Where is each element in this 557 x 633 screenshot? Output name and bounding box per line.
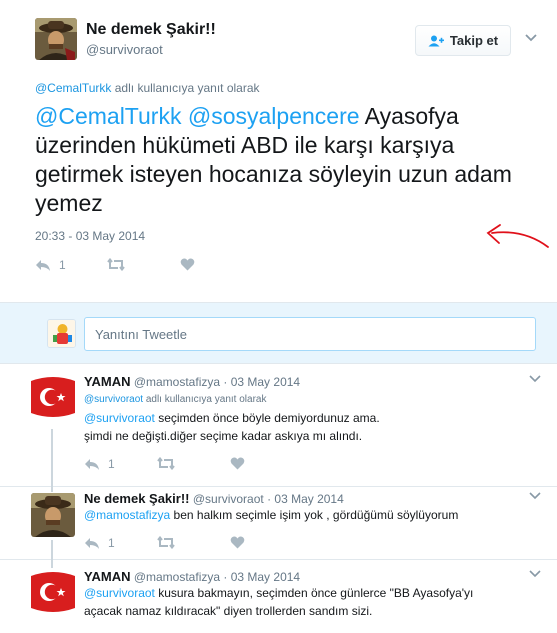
tweet-text: @survivoraot kusura bakmayın, seçimden ö…: [84, 584, 544, 620]
reply-icon: [36, 259, 50, 271]
chevron-down-icon[interactable]: [529, 492, 541, 500]
reply-to-link[interactable]: @survivoraot: [84, 394, 143, 405]
tweet-header: YAMAN @mamostafizya · 03 May 2014: [84, 569, 300, 584]
retweet-action[interactable]: [107, 258, 125, 271]
tweet-body: kusura bakmayın, seçimden önce günlerce …: [154, 586, 474, 600]
user-handle[interactable]: @mamostafizya: [134, 570, 220, 584]
reply-tweet-1: YAMAN @mamostafizya · 03 May 2014 @survi…: [0, 365, 557, 487]
tweet-line: @survivoraot kusura bakmayın, seçimden ö…: [84, 584, 544, 602]
user-avatar[interactable]: [31, 375, 75, 419]
mention-link[interactable]: @survivoraot: [84, 586, 155, 600]
mention-link[interactable]: @mamostafizya: [84, 508, 170, 522]
reply-tweet-2: Ne demek Şakir!! @survivoraot · 03 May 2…: [0, 487, 557, 560]
tweet-header: YAMAN @mamostafizya · 03 May 2014: [84, 374, 300, 389]
reply-tweet-3: YAMAN @mamostafizya · 03 May 2014 @survi…: [0, 560, 557, 633]
reply-to-suffix: adlı kullanıcıya yanıt olarak: [143, 394, 267, 405]
user-handle[interactable]: @mamostafizya: [134, 375, 220, 389]
tweet-line: @mamostafizya ben halkım seçimle işim yo…: [84, 506, 544, 524]
chevron-down-icon[interactable]: [524, 33, 538, 43]
retweet-icon: [107, 258, 125, 271]
author-handle[interactable]: @survivoraot: [86, 42, 163, 57]
mention-link[interactable]: @sosyalpencere: [188, 103, 360, 129]
tweet-body: seçimden önce böyle demiyordunuz ama.: [154, 411, 380, 425]
user-name[interactable]: YAMAN: [84, 374, 130, 389]
thread-line: [51, 540, 53, 560]
reply-action[interactable]: 1: [84, 457, 115, 471]
add-user-icon: [428, 35, 444, 46]
chevron-down-icon[interactable]: [529, 375, 541, 383]
user-avatar[interactable]: [31, 493, 75, 537]
tweet-text: @CemalTurkk @sosyalpencere Ayasofya üzer…: [35, 102, 535, 218]
mention-link[interactable]: @CemalTurkk: [35, 103, 181, 129]
red-arrow-annotation: [486, 224, 549, 248]
user-name[interactable]: Ne demek Şakir!!: [84, 491, 190, 506]
current-user-avatar: [47, 319, 76, 348]
tweet-date[interactable]: · 03 May 2014: [267, 492, 344, 506]
tweet-line: @survivoraot seçimden önce böyle demiyor…: [84, 409, 544, 427]
retweet-icon: [157, 536, 175, 549]
follow-button[interactable]: Takip et: [415, 25, 511, 56]
user-avatar[interactable]: [31, 570, 75, 614]
reply-action[interactable]: 1: [84, 536, 115, 550]
reply-context: @CemalTurkk adlı kullanıcıya yanıt olara…: [35, 81, 260, 95]
heart-icon: [230, 457, 245, 470]
tweet-line: açacak namaz kıldıracak" diyen trollerde…: [84, 604, 373, 618]
reply-count: 1: [59, 258, 66, 272]
thread-line: [51, 429, 53, 487]
tweet-text: @survivoraot seçimden önce böyle demiyor…: [84, 409, 544, 445]
tweet-line: şimdi ne değişti.diğer seçime kadar askı…: [84, 429, 363, 443]
tweet-date[interactable]: · 03 May 2014: [223, 375, 300, 389]
reply-count: 1: [108, 457, 115, 471]
retweet-action[interactable]: [157, 457, 175, 470]
chevron-down-icon[interactable]: [529, 570, 541, 578]
tweet-date[interactable]: · 03 May 2014: [223, 570, 300, 584]
tweet-text: @mamostafizya ben halkım seçimle işim yo…: [84, 506, 544, 524]
mention-link[interactable]: @survivoraot: [84, 411, 155, 425]
reply-composer: Yanıtını Tweetle: [0, 302, 557, 364]
reply-to-suffix: adlı kullanıcıya yanıt olarak: [111, 81, 260, 95]
main-tweet: Ne demek Şakir!! @survivoraot Takip et @…: [0, 0, 557, 302]
tweet-header: Ne demek Şakir!! @survivoraot · 03 May 2…: [84, 491, 344, 506]
retweet-icon: [157, 457, 175, 470]
thread-line: [51, 560, 53, 568]
reply-context: @survivoraot adlı kullanıcıya yanıt olar…: [84, 394, 266, 405]
reply-icon: [85, 537, 99, 549]
reply-input[interactable]: Yanıtını Tweetle: [84, 317, 536, 351]
follow-label: Takip et: [449, 33, 499, 48]
tweet-body: ben halkım seçimle işim yok , gördüğümü …: [170, 508, 459, 522]
like-action[interactable]: [230, 457, 245, 470]
user-handle[interactable]: @survivoraot: [193, 492, 264, 506]
reply-icon: [85, 458, 99, 470]
author-name[interactable]: Ne demek Şakir!!: [86, 21, 216, 39]
user-name[interactable]: YAMAN: [84, 569, 130, 584]
like-action[interactable]: [180, 258, 195, 271]
author-avatar[interactable]: [35, 18, 77, 60]
retweet-action[interactable]: [157, 536, 175, 549]
reply-count: 1: [108, 536, 115, 550]
tweet-timestamp[interactable]: 20:33 - 03 May 2014: [35, 229, 145, 243]
reply-to-link[interactable]: @CemalTurkk: [35, 81, 111, 95]
reply-action[interactable]: 1: [35, 258, 66, 272]
like-action[interactable]: [230, 536, 245, 549]
heart-icon: [230, 536, 245, 549]
heart-icon: [180, 258, 195, 271]
thread-line: [51, 487, 53, 492]
